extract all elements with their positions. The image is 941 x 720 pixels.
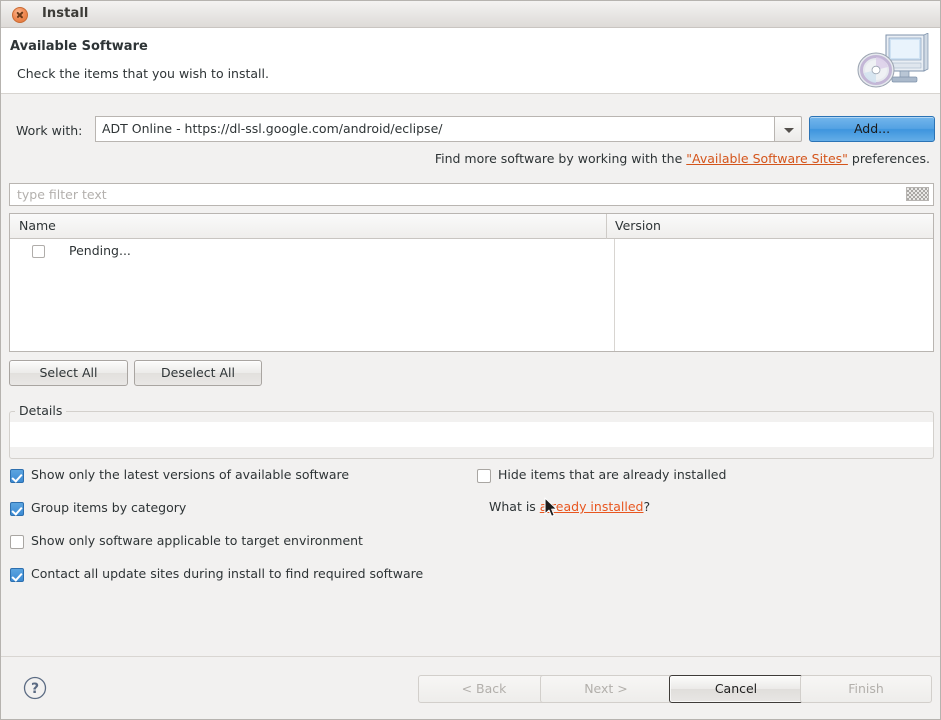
- option-label: Group items by category: [31, 500, 187, 515]
- filter-input[interactable]: type filter text: [9, 183, 934, 206]
- dialog-header: Available Software Check the items that …: [1, 28, 940, 94]
- page-title: Available Software: [10, 39, 148, 54]
- row-label-name: Pending...: [69, 243, 131, 258]
- option-label: Contact all update sites during install …: [31, 566, 424, 581]
- checkbox-unchecked-icon[interactable]: [477, 469, 491, 483]
- option-label: Hide items that are already installed: [498, 467, 727, 482]
- work-with-input[interactable]: ADT Online - https://dl-ssl.google.com/a…: [95, 116, 774, 142]
- close-icon[interactable]: [12, 7, 28, 23]
- window-title: Install: [42, 6, 89, 21]
- checkbox-checked-icon[interactable]: [10, 469, 24, 483]
- install-monitor-disc-icon: [857, 33, 929, 88]
- finish-button[interactable]: Finish: [800, 675, 932, 703]
- row-checkbox[interactable]: [32, 245, 45, 258]
- deselect-all-button[interactable]: Deselect All: [134, 360, 262, 386]
- available-software-sites-link[interactable]: "Available Software Sites": [686, 151, 848, 166]
- work-with-label: Work with:: [16, 123, 83, 138]
- keyboard-icon[interactable]: [906, 187, 929, 201]
- help-icon[interactable]: ?: [23, 676, 47, 700]
- find-more-suffix: preferences.: [847, 151, 930, 166]
- what-is-already-installed-text: What is already installed?: [489, 499, 650, 514]
- table-row[interactable]: Pending...: [10, 239, 933, 264]
- option-label: Show only the latest versions of availab…: [31, 467, 350, 482]
- chevron-down-icon[interactable]: [774, 116, 802, 142]
- checkbox-unchecked-icon[interactable]: [10, 535, 24, 549]
- column-header-version[interactable]: Version: [615, 218, 661, 233]
- what-is-prefix: What is: [489, 499, 540, 514]
- software-table[interactable]: Name Version Pending...: [9, 213, 934, 352]
- add-button[interactable]: Add...: [809, 116, 935, 142]
- checkbox-checked-icon[interactable]: [10, 502, 24, 516]
- checkbox-checked-icon[interactable]: [10, 568, 24, 582]
- svg-text:?: ?: [31, 681, 39, 697]
- back-button[interactable]: < Back: [418, 675, 550, 703]
- find-more-software-text: Find more software by working with the "…: [435, 151, 930, 166]
- option-label: Show only software applicable to target …: [31, 533, 363, 548]
- details-legend: Details: [15, 403, 67, 418]
- column-header-name[interactable]: Name: [19, 218, 56, 233]
- filter-placeholder: type filter text: [17, 187, 107, 202]
- work-with-combo[interactable]: ADT Online - https://dl-ssl.google.com/a…: [95, 116, 802, 142]
- install-dialog-window: Install Available Software Check the ite…: [0, 0, 941, 720]
- column-divider[interactable]: [606, 214, 607, 239]
- find-more-prefix: Find more software by working with the: [434, 151, 687, 166]
- what-is-suffix: ?: [643, 499, 651, 514]
- next-button[interactable]: Next >: [540, 675, 672, 703]
- title-bar: Install: [1, 1, 940, 28]
- cancel-button[interactable]: Cancel: [669, 675, 803, 703]
- select-all-button[interactable]: Select All: [9, 360, 128, 386]
- details-text-field: [10, 422, 933, 447]
- table-header: Name Version: [10, 214, 933, 239]
- already-installed-link[interactable]: already installed: [540, 499, 644, 514]
- page-subtitle: Check the items that you wish to install…: [17, 66, 269, 81]
